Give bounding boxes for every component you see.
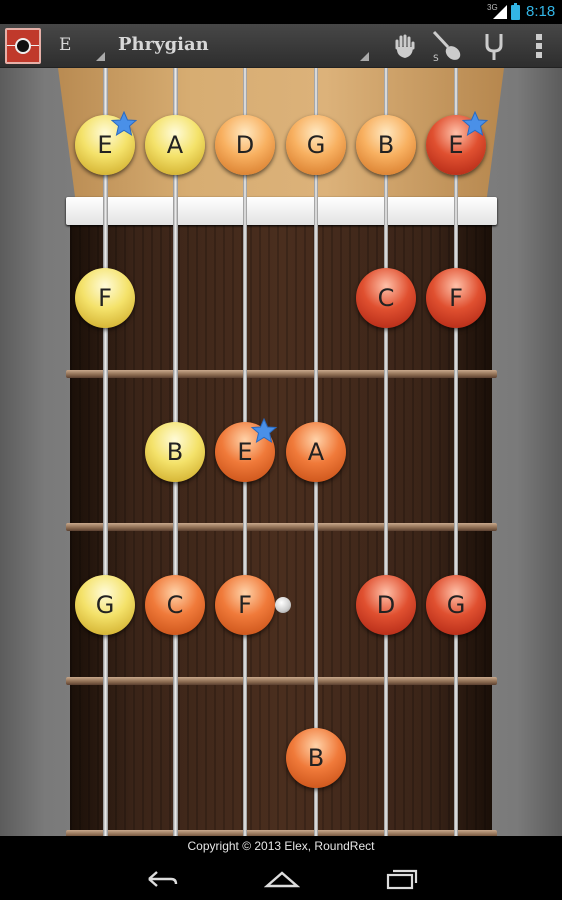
note-f-string6-fret1[interactable]: F bbox=[426, 268, 486, 328]
note-g-string4-fret0[interactable]: G bbox=[286, 115, 346, 175]
note-d-string3-fret0[interactable]: D bbox=[215, 115, 275, 175]
recent-apps-button[interactable] bbox=[382, 866, 422, 892]
string-1 bbox=[102, 68, 108, 836]
note-label: D bbox=[376, 591, 396, 619]
note-label: B bbox=[377, 131, 395, 159]
note-d-string5-fret3[interactable]: D bbox=[356, 575, 416, 635]
app-icon[interactable] bbox=[5, 28, 41, 64]
note-b-string4-fret4[interactable]: B bbox=[286, 728, 346, 788]
overflow-menu-icon bbox=[536, 34, 542, 58]
root-star-icon bbox=[111, 111, 137, 137]
string-6 bbox=[454, 68, 458, 836]
note-label: D bbox=[235, 131, 255, 159]
navigation-bar bbox=[0, 858, 562, 900]
signal-icon bbox=[493, 5, 507, 19]
note-label: A bbox=[307, 438, 325, 466]
battery-icon bbox=[511, 3, 520, 20]
fret-1 bbox=[66, 370, 497, 378]
note-b-string5-fret0[interactable]: B bbox=[356, 115, 416, 175]
note-c-string2-fret3[interactable]: C bbox=[145, 575, 205, 635]
back-button[interactable] bbox=[142, 866, 182, 892]
note-label: A bbox=[166, 131, 184, 159]
status-bar: 3G 8:18 bbox=[0, 0, 562, 24]
recent-apps-icon bbox=[386, 869, 418, 890]
note-label: F bbox=[449, 284, 463, 312]
note-label: C bbox=[166, 591, 184, 619]
note-g-string1-fret3[interactable]: G bbox=[75, 575, 135, 635]
note-label: G bbox=[95, 591, 115, 619]
note-b-string2-fret2[interactable]: B bbox=[145, 422, 205, 482]
key-selector[interactable]: E bbox=[59, 35, 71, 55]
note-label: F bbox=[238, 591, 252, 619]
tuner-button[interactable] bbox=[477, 30, 511, 62]
guitar-mode-button[interactable]: S bbox=[430, 30, 464, 63]
svg-text:S: S bbox=[433, 54, 439, 63]
note-label: F bbox=[98, 284, 112, 312]
scale-selector[interactable]: Phrygian bbox=[118, 34, 209, 55]
note-label: G bbox=[446, 591, 466, 619]
note-g-string6-fret3[interactable]: G bbox=[426, 575, 486, 635]
note-c-string5-fret1[interactable]: C bbox=[356, 268, 416, 328]
key-dropdown-icon bbox=[96, 52, 105, 61]
action-bar: E Phrygian S bbox=[0, 24, 562, 68]
note-f-string3-fret3[interactable]: F bbox=[215, 575, 275, 635]
note-label: B bbox=[166, 438, 184, 466]
root-star-icon bbox=[462, 111, 488, 137]
note-a-string4-fret2[interactable]: A bbox=[286, 422, 346, 482]
home-button[interactable] bbox=[262, 866, 302, 892]
back-icon bbox=[148, 871, 178, 887]
guitar-icon: S bbox=[432, 30, 461, 63]
root-star-icon bbox=[251, 418, 277, 444]
scale-dropdown-icon bbox=[360, 52, 369, 61]
clock: 8:18 bbox=[526, 3, 556, 20]
hand-button[interactable] bbox=[388, 30, 422, 62]
note-label: B bbox=[307, 744, 325, 772]
note-label: G bbox=[306, 131, 326, 159]
copyright-text: Copyright © 2013 Elex, RoundRect bbox=[0, 836, 562, 858]
home-icon bbox=[264, 871, 300, 888]
hand-icon bbox=[395, 34, 415, 58]
note-label: C bbox=[377, 284, 395, 312]
string-5 bbox=[384, 68, 388, 836]
fret-2 bbox=[66, 523, 497, 531]
note-a-string2-fret0[interactable]: A bbox=[145, 115, 205, 175]
nut bbox=[66, 197, 497, 225]
tuning-fork-icon bbox=[485, 34, 503, 60]
touch-marker bbox=[275, 597, 291, 613]
overflow-menu-button[interactable] bbox=[522, 30, 556, 62]
note-f-string1-fret1[interactable]: F bbox=[75, 268, 135, 328]
fret-3 bbox=[66, 677, 497, 685]
